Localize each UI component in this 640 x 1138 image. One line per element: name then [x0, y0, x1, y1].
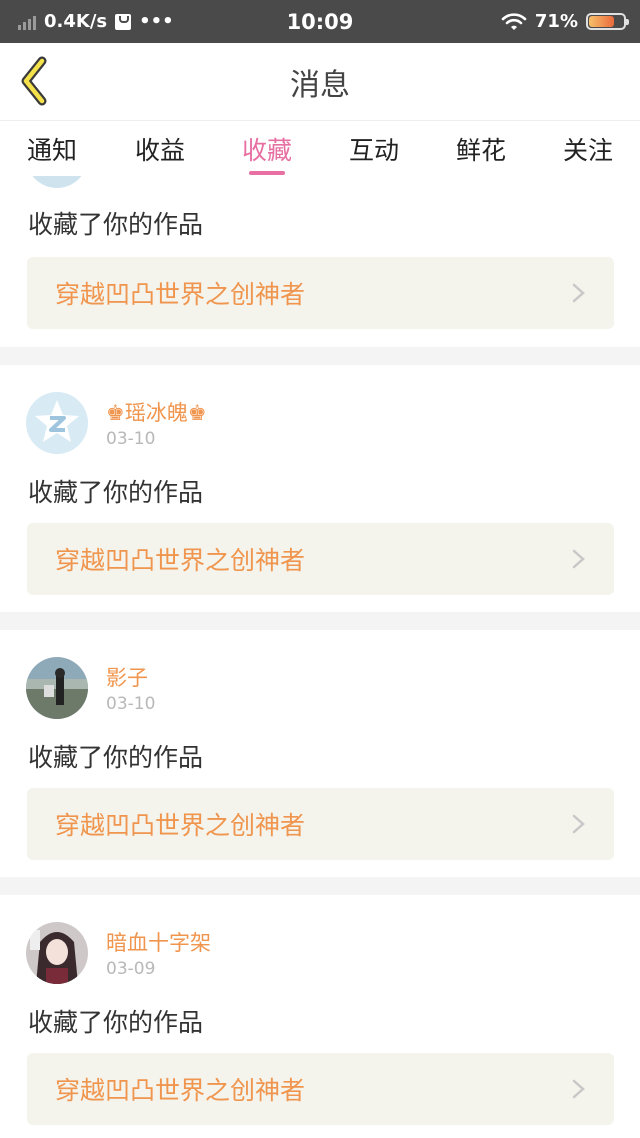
work-link[interactable]: 穿越凹凸世界之创神者 [27, 523, 614, 595]
tab-flowers[interactable]: 鲜花 [431, 121, 531, 177]
chevron-right-icon [572, 1079, 585, 1099]
active-tab-indicator [249, 171, 285, 175]
tab-favorites[interactable]: 收藏 [217, 121, 317, 177]
work-link[interactable]: 穿越凹凸世界之创神者 [27, 788, 614, 860]
date: 03-10 [106, 429, 156, 449]
tab-favorites-label: 收藏 [241, 136, 292, 165]
work-link[interactable]: 穿越凹凸世界之创神者 [27, 1053, 614, 1125]
tab-notifications[interactable]: 通知 [2, 121, 102, 177]
battery-icon [586, 13, 629, 30]
work-title: 穿越凹凸世界之创神者 [55, 280, 306, 309]
action-text: 收藏了你的作品 [28, 1008, 204, 1037]
tab-following[interactable]: 关注 [538, 121, 638, 177]
wifi-icon [501, 12, 527, 30]
status-bar-right: 71% [501, 0, 629, 43]
nav-bar: 消息 [0, 43, 640, 120]
status-bar: 0.4K/s ••• 10:09 71% [0, 0, 640, 43]
avatar[interactable] [26, 657, 88, 719]
avatar-anime-icon [26, 922, 88, 984]
chevron-right-icon [572, 814, 585, 834]
username[interactable]: 暗血十字架 [106, 927, 211, 957]
chevron-right-icon [572, 283, 585, 303]
username[interactable]: 影子 [106, 662, 148, 692]
tab-earnings[interactable]: 收益 [110, 121, 210, 177]
battery-percent: 71% [534, 11, 578, 32]
date: 03-10 [106, 694, 156, 714]
work-title: 穿越凹凸世界之创神者 [55, 811, 306, 840]
message-list: 收藏了你的作品 穿越凹凸世界之创神者 ♚瑶冰魄♚ 03-10 收藏了你的作品 穿… [0, 176, 640, 1138]
tab-bar: 通知 收益 收藏 互动 鲜花 关注 [0, 120, 640, 176]
work-link[interactable]: 穿越凹凸世界之创神者 [27, 257, 614, 329]
chevron-right-icon [572, 549, 585, 569]
username[interactable]: ♚瑶冰魄♚ [106, 397, 207, 427]
default-avatar-icon [26, 392, 88, 454]
message-card: 暗血十字架 03-09 收藏了你的作品 穿越凹凸世界之创神者 [0, 895, 640, 1138]
message-card: ♚瑶冰魄♚ 03-10 收藏了你的作品 穿越凹凸世界之创神者 [0, 365, 640, 612]
tab-interactions[interactable]: 互动 [324, 121, 424, 177]
work-title: 穿越凹凸世界之创神者 [55, 1076, 306, 1105]
date: 03-09 [106, 959, 156, 979]
avatar[interactable] [26, 176, 88, 188]
action-text: 收藏了你的作品 [28, 478, 204, 507]
page-title: 消息 [290, 67, 350, 103]
avatar[interactable] [26, 392, 88, 454]
avatar-photo-icon [26, 657, 88, 719]
work-title: 穿越凹凸世界之创神者 [55, 546, 306, 575]
message-card: 收藏了你的作品 穿越凹凸世界之创神者 [0, 176, 640, 347]
avatar[interactable] [26, 922, 88, 984]
action-text: 收藏了你的作品 [28, 210, 204, 239]
action-text: 收藏了你的作品 [28, 743, 204, 772]
message-card: 影子 03-10 收藏了你的作品 穿越凹凸世界之创神者 [0, 630, 640, 877]
